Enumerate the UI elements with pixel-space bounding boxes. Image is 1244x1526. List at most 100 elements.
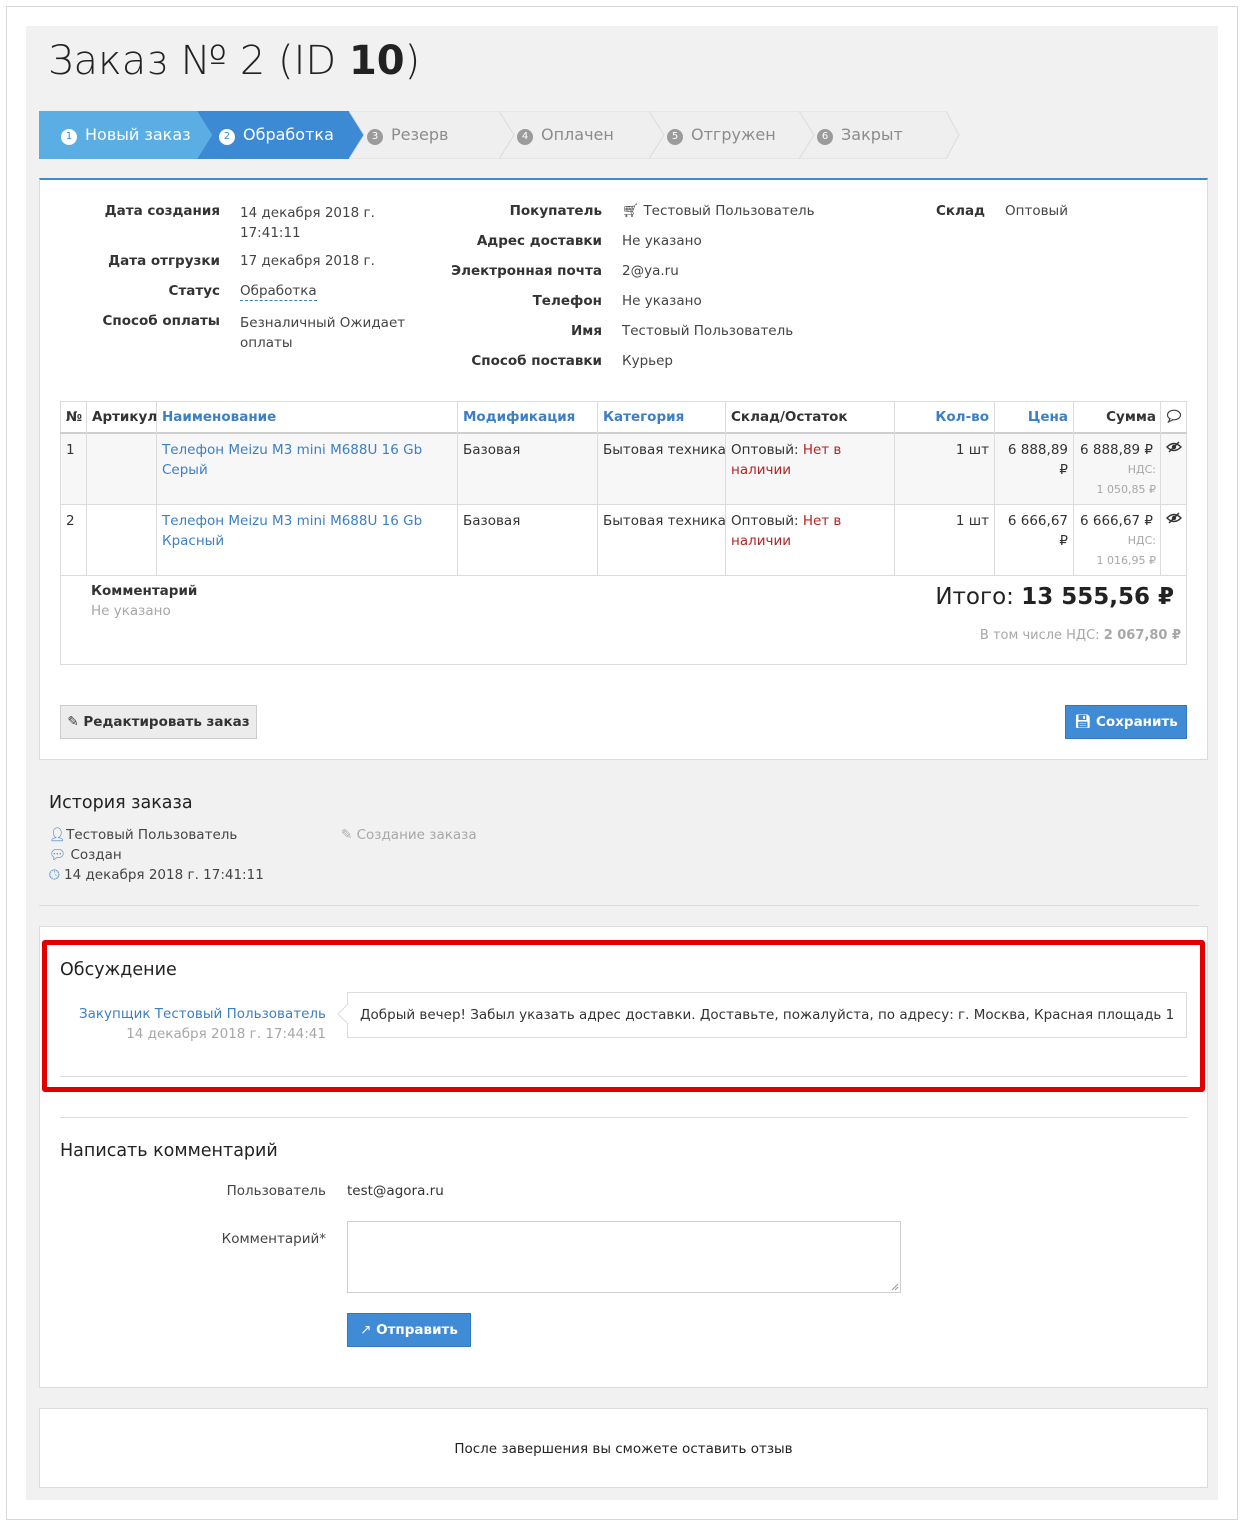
row-vat-value: 1 050,85 ₽ bbox=[1096, 483, 1156, 496]
delivery-value: Курьер bbox=[622, 353, 673, 369]
step-new-order[interactable]: 1 Новый заказ bbox=[39, 111, 212, 159]
comment-bubble-icon bbox=[1166, 404, 1182, 435]
send-button[interactable]: ↗ Отправить bbox=[347, 1313, 471, 1347]
col-divider bbox=[1073, 402, 1074, 575]
step-label: 1 Новый заказ bbox=[61, 125, 191, 145]
step-label: 2 Обработка bbox=[219, 125, 334, 145]
user-icon: 👤︎ bbox=[49, 827, 67, 843]
name-label: Имя bbox=[570, 323, 602, 339]
hidden-eye-icon[interactable] bbox=[1166, 511, 1182, 531]
comment-textarea[interactable] bbox=[347, 1221, 901, 1293]
row-num: 1 bbox=[66, 442, 75, 458]
status-link[interactable]: Обработка bbox=[240, 283, 317, 301]
comment-icon: 💬︎ bbox=[49, 847, 67, 863]
status-label: Статус bbox=[168, 283, 220, 299]
col-header-sku: Артикул bbox=[92, 409, 158, 425]
edit-icon: ✎ bbox=[341, 827, 353, 843]
phone-value: Не указано bbox=[622, 293, 702, 309]
col-header-qty[interactable]: Кол-во bbox=[900, 402, 989, 433]
highlight-frame bbox=[42, 940, 1205, 1092]
buyer-label: Покупатель bbox=[509, 203, 602, 219]
address-label: Адрес доставки bbox=[476, 233, 602, 249]
comment-form-title: Написать комментарий bbox=[60, 1141, 278, 1161]
resize-handle-icon[interactable] bbox=[891, 1283, 899, 1291]
comment-label: Комментарий bbox=[91, 583, 198, 599]
row-category: Бытовая техника bbox=[603, 442, 726, 458]
name-value: Тестовый Пользователь bbox=[622, 323, 794, 339]
edit-icon: ✎ bbox=[67, 714, 79, 730]
row-qty: 1 шт bbox=[955, 442, 989, 458]
history-action: 💬︎ Создан bbox=[49, 847, 122, 863]
row-stock: Оптовый: Нет в наличии bbox=[731, 513, 842, 549]
row-sum: 6 666,67 ₽ bbox=[1080, 513, 1153, 529]
col-divider bbox=[597, 402, 598, 575]
step-reserve[interactable]: 3 Резерв bbox=[349, 111, 521, 159]
row-modification: Базовая bbox=[463, 442, 521, 458]
created-value: 14 декабря 2018 г. 17:41:11 bbox=[240, 205, 375, 241]
col-header-stock: Склад/Остаток bbox=[731, 409, 848, 425]
clock-icon: 🕓︎ bbox=[49, 867, 60, 883]
row-vat-label: НДС: bbox=[1127, 534, 1156, 547]
col-header-price[interactable]: Цена bbox=[999, 402, 1068, 433]
address-value: Не указано bbox=[622, 233, 702, 249]
step-paid[interactable]: 4 Оплачен bbox=[499, 111, 671, 159]
row-stock: Оптовый: Нет в наличии bbox=[731, 442, 842, 478]
col-header-category[interactable]: Категория bbox=[603, 402, 684, 433]
page-title: Заказ № 2 (ID 10) bbox=[48, 38, 421, 84]
edit-order-button[interactable]: ✎ Редактировать заказ bbox=[60, 705, 257, 739]
shipped-value: 17 декабря 2018 г. bbox=[240, 253, 375, 269]
col-header-modification[interactable]: Модификация bbox=[463, 402, 575, 433]
row-category: Бытовая техника bbox=[603, 513, 726, 529]
col-divider bbox=[994, 402, 995, 575]
col-header-sum: Сумма bbox=[1106, 409, 1156, 425]
email-label: Электронная почта bbox=[451, 263, 602, 279]
history-datetime: 🕓︎ 14 декабря 2018 г. 17:41:11 bbox=[49, 867, 264, 883]
table-row-divider bbox=[60, 575, 1187, 576]
col-divider bbox=[725, 402, 726, 575]
history-divider bbox=[39, 905, 1199, 906]
order-total: Итого: 13 555,56 ₽ bbox=[935, 584, 1174, 610]
col-divider bbox=[86, 402, 87, 575]
row-qty: 1 шт bbox=[955, 513, 989, 529]
warehouse-value: Оптовый bbox=[1005, 203, 1068, 219]
form-user-label: Пользователь bbox=[226, 1183, 326, 1199]
phone-label: Телефон bbox=[532, 293, 602, 309]
history-event: ✎ Создание заказа bbox=[341, 827, 477, 843]
created-label: Дата создания bbox=[104, 203, 220, 219]
row-vat-label: НДС: bbox=[1127, 463, 1156, 476]
hidden-eye-icon[interactable] bbox=[1166, 440, 1182, 460]
email-link[interactable]: 2@ya.ru bbox=[622, 263, 679, 279]
history-user: 👤︎Тестовый Пользователь bbox=[49, 827, 238, 843]
history-title: История заказа bbox=[49, 793, 193, 813]
form-user-value: test@agora.ru bbox=[347, 1183, 444, 1199]
step-shipped[interactable]: 5 Отгружен bbox=[649, 111, 821, 159]
step-closed[interactable]: 6 Закрыт bbox=[799, 111, 961, 159]
review-note: После завершения вы сможете оставить отз… bbox=[454, 1441, 793, 1457]
product-link[interactable]: Телефон Meizu M3 mini M688U 16 Gb Серый bbox=[162, 440, 422, 480]
delivery-label: Способ поставки bbox=[471, 353, 602, 369]
buyer-link[interactable]: 🛒︎ Тестовый Пользователь bbox=[622, 203, 815, 219]
step-label: 4 Оплачен bbox=[517, 125, 614, 145]
product-link[interactable]: Телефон Meizu M3 mini M688U 16 Gb Красный bbox=[162, 511, 422, 551]
vat-total: В том числе НДС: 2 067,80 ₽ bbox=[979, 628, 1181, 643]
payment-value: Безналичный Ожидает оплаты bbox=[240, 315, 406, 351]
save-button[interactable]: 💾︎ Сохранить bbox=[1065, 705, 1187, 739]
step-label: 5 Отгружен bbox=[667, 125, 776, 145]
warehouse-label: Склад bbox=[936, 203, 985, 219]
form-divider bbox=[60, 1117, 1187, 1118]
share-icon: ↗ bbox=[360, 1322, 372, 1338]
form-comment-label: Комментарий* bbox=[221, 1231, 326, 1247]
col-divider bbox=[457, 402, 458, 575]
row-price: 6 666,67 ₽ bbox=[1007, 513, 1068, 549]
row-vat-value: 1 016,95 ₽ bbox=[1096, 554, 1156, 567]
step-processing[interactable]: 2 Обработка bbox=[197, 111, 371, 159]
col-divider bbox=[1160, 402, 1161, 575]
comment-value: Не указано bbox=[91, 603, 171, 619]
shipped-label: Дата отгрузки bbox=[108, 253, 220, 269]
row-num: 2 bbox=[66, 513, 75, 529]
col-header-name[interactable]: Наименование bbox=[162, 402, 276, 433]
col-header-num: № bbox=[66, 409, 83, 425]
cart-icon: 🛒︎ bbox=[622, 203, 640, 219]
table-row-divider bbox=[60, 504, 1187, 505]
row-modification: Базовая bbox=[463, 513, 521, 529]
